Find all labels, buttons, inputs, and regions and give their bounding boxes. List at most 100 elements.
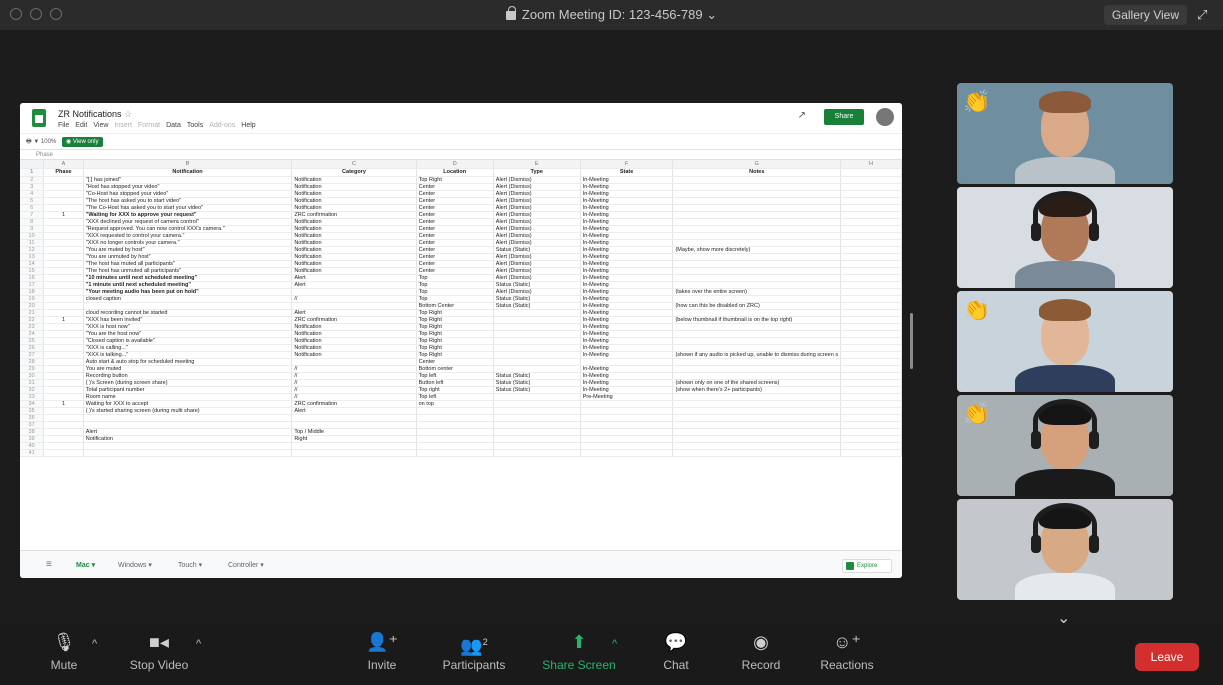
- table-cell: Alert: [291, 281, 417, 289]
- corner-cell: [20, 160, 45, 169]
- video-tile-participant-4[interactable]: 👏: [957, 395, 1173, 496]
- table-cell: [840, 267, 902, 275]
- table-cell: [672, 281, 842, 289]
- table-row: 14 "The host has muted all participants" N…: [20, 260, 902, 268]
- table-cell: "Request approved. You can now control X…: [83, 225, 293, 233]
- table-cell: In-Meeting: [580, 232, 674, 240]
- meeting-title[interactable]: Zoom Meeting ID: 123-456-789 ⌄: [0, 6, 1223, 23]
- table-cell: "[ ] has joined": [83, 176, 293, 184]
- table-cell: "1 minute until next scheduled meeting": [83, 281, 293, 289]
- table-row: 8 "XXX declined your request of camera co…: [20, 218, 902, 226]
- table-cell: "Host has stopped your video": [83, 183, 293, 191]
- table-cell: (shown if any audio is picked up, unable…: [672, 351, 842, 359]
- table-cell: [840, 414, 902, 422]
- chevron-down-icon: ⌄: [706, 7, 718, 22]
- table-cell: In-Meeting: [580, 323, 674, 331]
- table-cell: Notification: [291, 260, 417, 268]
- table-cell: [416, 421, 494, 429]
- table-cell: Notification: [291, 323, 417, 331]
- tab-touch: Touch ▾: [178, 562, 203, 569]
- table-cell: Top / Middle: [291, 428, 417, 436]
- menu-edit: Edit: [75, 122, 88, 129]
- table-cell: In-Meeting: [580, 330, 674, 338]
- table-cell: [493, 407, 581, 415]
- table-row: 39 Notification Right: [20, 435, 902, 443]
- table-cell: [43, 372, 84, 380]
- table-cell: Bottom center: [416, 365, 494, 373]
- table-cell: (how can this be disabled on ZRC): [672, 302, 842, 310]
- reactions-button[interactable]: ☺⁺ Reactions: [814, 632, 880, 672]
- table-cell: [840, 379, 902, 387]
- table-cell: [840, 295, 902, 303]
- table-cell: Top Right: [416, 344, 494, 352]
- table-cell: Alert: [83, 428, 293, 436]
- table-cell: "XXX no longer controls your camera.": [83, 239, 293, 247]
- invite-button[interactable]: 👤⁺ Invite: [362, 632, 402, 672]
- share-screen-button[interactable]: ⬆ Share Screen: [534, 632, 624, 672]
- table-cell: [493, 330, 581, 338]
- formula-bar: Phase: [20, 149, 902, 160]
- row-number: 4: [20, 190, 45, 198]
- video-tile-participant-1[interactable]: 👏: [957, 83, 1173, 184]
- fullscreen-icon[interactable]: ⤢: [1197, 7, 1213, 23]
- table-cell: [291, 302, 417, 310]
- table-cell: In-Meeting: [580, 253, 674, 261]
- row-number: 12: [20, 246, 45, 254]
- title-bar: Zoom Meeting ID: 123-456-789 ⌄ Gallery V…: [0, 0, 1223, 30]
- panel-splitter[interactable]: [910, 313, 913, 369]
- table-cell: Alert (Dismiss): [493, 204, 581, 212]
- table-cell: "Waiting for XXX to approve your request…: [83, 211, 293, 219]
- table-row: 17 "1 minute until next scheduled meeting…: [20, 281, 902, 289]
- table-cell: Alert: [291, 274, 417, 282]
- table-cell: closed caption: [83, 295, 293, 303]
- share-options-caret-icon[interactable]: ^: [612, 638, 617, 650]
- table-cell: [672, 435, 842, 443]
- column-letter: G: [672, 160, 842, 169]
- zoom-window: Zoom Meeting ID: 123-456-789 ⌄ Gallery V…: [0, 0, 1223, 685]
- menu-data: Data: [166, 122, 181, 129]
- gallery-view-button[interactable]: Gallery View: [1103, 5, 1187, 25]
- table-cell: Notification: [83, 435, 293, 443]
- stop-video-button[interactable]: ■◂ Stop Video: [124, 632, 194, 672]
- table-cell: Alert (Dismiss): [493, 288, 581, 296]
- table-row: 24 "You are the host now" Notification Top …: [20, 330, 902, 338]
- mute-button[interactable]: 🎙 Mute: [44, 632, 84, 672]
- table-cell: In-Meeting: [580, 218, 674, 226]
- table-cell: [493, 442, 581, 450]
- video-tile-participant-3[interactable]: 👏: [957, 291, 1173, 392]
- video-tile-participant-5[interactable]: [957, 499, 1173, 600]
- table-cell: In-Meeting: [580, 225, 674, 233]
- column-header: Notification: [83, 168, 293, 177]
- table-cell: [840, 330, 902, 338]
- activity-icon: ↗: [797, 110, 806, 121]
- table-row: 7 1 "Waiting for XXX to approve your reque…: [20, 211, 902, 219]
- table-cell: (shown only on one of the shared screens…: [672, 379, 842, 387]
- table-cell: Room name: [83, 393, 293, 401]
- column-letter: A: [43, 160, 84, 169]
- table-cell: [291, 442, 417, 450]
- spreadsheet-table: A B C D E F G H 1 Phase Notification Category Locati…: [20, 160, 902, 457]
- clapping-hands-icon: 👏: [963, 89, 991, 114]
- tab-windows: Windows ▾: [118, 562, 152, 569]
- table-cell: [43, 295, 84, 303]
- table-cell: [291, 421, 417, 429]
- table-cell: [840, 344, 902, 352]
- video-options-caret-icon[interactable]: ^: [196, 638, 201, 650]
- table-cell: [43, 449, 84, 457]
- column-letter: B: [83, 160, 293, 169]
- column-letter: C: [291, 160, 417, 169]
- table-cell: [840, 232, 902, 240]
- leave-button[interactable]: Leave: [1135, 643, 1199, 671]
- record-button[interactable]: ◉ Record: [736, 632, 786, 672]
- avatar: [876, 108, 894, 126]
- table-cell: Center: [416, 211, 494, 219]
- table-cell: "10 minutes until next scheduled meeting…: [83, 274, 293, 282]
- table-cell: [672, 323, 842, 331]
- row-number: 28: [20, 358, 45, 366]
- participants-button[interactable]: 👥2 Participants: [434, 632, 514, 672]
- chat-button[interactable]: 💬 Chat: [656, 632, 696, 672]
- audio-options-caret-icon[interactable]: ^: [92, 638, 97, 650]
- video-tile-participant-2[interactable]: [957, 187, 1173, 288]
- table-cell: [43, 442, 84, 450]
- row-number: 41: [20, 449, 45, 457]
